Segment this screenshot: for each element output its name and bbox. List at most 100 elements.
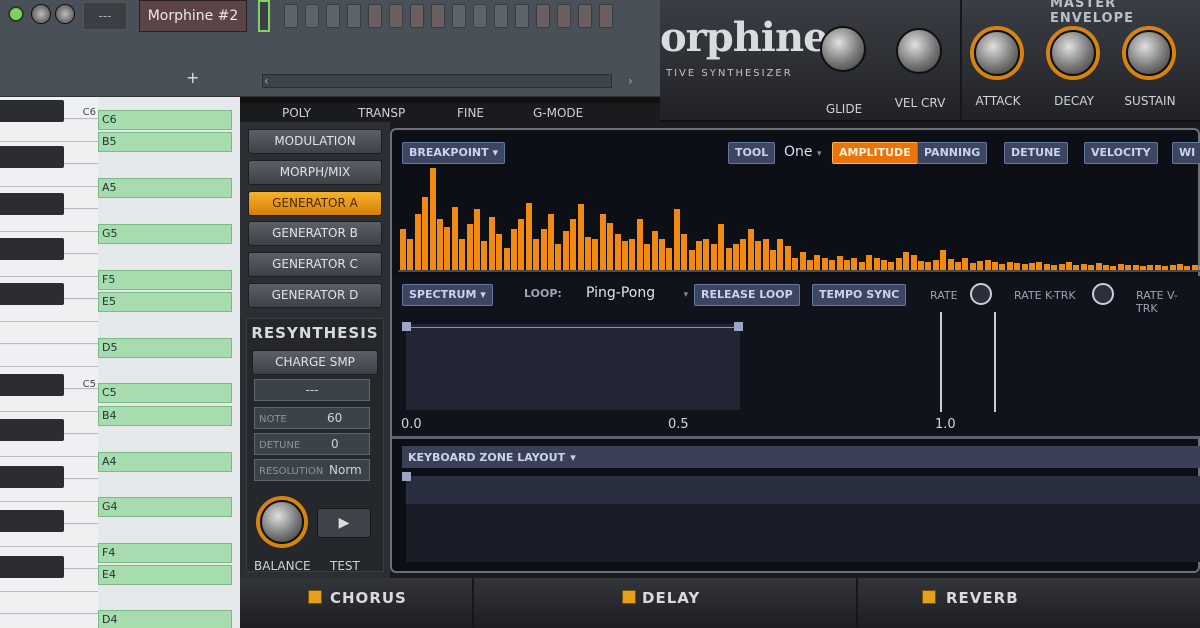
note-row[interactable]: B4 [98, 406, 232, 426]
amplitude-bar[interactable] [644, 244, 651, 270]
amplitude-bar[interactable] [777, 239, 784, 270]
amplitude-bar[interactable] [577, 204, 584, 270]
tool-select[interactable]: One ▾ [784, 144, 822, 160]
tab-more[interactable]: WI [1172, 142, 1200, 164]
note-row[interactable]: C5 [98, 383, 232, 403]
step-button[interactable] [599, 4, 613, 28]
amplitude-bar[interactable] [747, 229, 754, 270]
amplitude-bar[interactable] [570, 219, 577, 270]
amplitude-bar[interactable] [740, 239, 747, 270]
amplitude-bar[interactable] [1184, 266, 1191, 270]
amplitude-bar[interactable] [681, 234, 688, 270]
amplitude-bar[interactable] [666, 248, 673, 270]
pan-knob[interactable] [55, 4, 75, 24]
amplitude-bar[interactable] [1095, 263, 1102, 270]
amplitude-bar[interactable] [1006, 262, 1013, 270]
note-row[interactable]: D4 [98, 610, 232, 628]
generator-a-button[interactable]: GENERATOR A [248, 191, 382, 216]
amplitude-bar[interactable] [651, 231, 658, 270]
amplitude-bar[interactable] [703, 239, 710, 270]
amplitude-bar[interactable] [437, 219, 443, 270]
amplitude-bar[interactable] [955, 262, 961, 270]
note-row[interactable]: F4 [98, 543, 232, 563]
amplitude-bar[interactable] [607, 223, 614, 270]
amplitude-bar[interactable] [673, 209, 680, 270]
piano-key-black[interactable] [0, 374, 64, 396]
amplitude-bar[interactable] [770, 250, 776, 270]
track-select[interactable]: --- [83, 2, 127, 30]
amplitude-bar[interactable] [1147, 265, 1154, 270]
generator-b-button[interactable]: GENERATOR B [248, 221, 382, 246]
step-button[interactable] [368, 4, 382, 28]
attack-knob[interactable] [974, 30, 1020, 76]
amplitude-bar[interactable] [984, 260, 991, 270]
modulation-button[interactable]: MODULATION [248, 129, 382, 154]
amplitude-bar[interactable] [821, 258, 828, 270]
amplitude-bar[interactable] [451, 207, 458, 270]
note-row[interactable]: E5 [98, 292, 232, 312]
generator-d-button[interactable]: GENERATOR D [248, 283, 382, 308]
piano-key[interactable] [0, 614, 98, 628]
amplitude-bar[interactable] [799, 252, 806, 270]
reverb-toggle[interactable] [922, 590, 936, 604]
amplitude-bar[interactable] [592, 239, 599, 270]
amplitude-bar[interactable] [873, 258, 880, 270]
amplitude-bar[interactable] [1169, 265, 1176, 270]
amplitude-bar[interactable] [636, 219, 643, 270]
amplitude-bar[interactable] [903, 252, 910, 270]
amplitude-bar[interactable] [540, 229, 547, 270]
amplitude-bar[interactable] [400, 229, 406, 270]
note-row[interactable]: G4 [98, 497, 232, 517]
amplitude-bar[interactable] [784, 246, 791, 270]
step-button[interactable] [410, 4, 424, 28]
amplitude-bar[interactable] [762, 239, 769, 270]
note-row[interactable]: D5 [98, 338, 232, 358]
step-button[interactable] [347, 4, 361, 28]
zone-point[interactable] [402, 472, 411, 481]
vel-crv-knob[interactable] [896, 28, 942, 74]
amplitude-bar[interactable] [518, 219, 525, 270]
amplitude-bar[interactable] [910, 255, 917, 270]
envelope-graph[interactable] [406, 324, 740, 410]
amplitude-bar[interactable] [474, 209, 480, 270]
amplitude-bar[interactable] [488, 217, 495, 270]
amplitude-bar[interactable] [503, 248, 510, 270]
amplitude-bar[interactable] [1110, 266, 1117, 270]
amplitude-bar[interactable] [866, 255, 873, 270]
chevron-left-icon[interactable]: ‹ [264, 74, 269, 88]
generator-c-button[interactable]: GENERATOR C [248, 252, 382, 277]
sample-field[interactable]: --- [254, 379, 370, 401]
amplitude-bar[interactable] [969, 263, 976, 270]
amplitude-bar[interactable] [925, 262, 932, 270]
amplitude-bar[interactable] [1125, 265, 1132, 270]
amplitude-bar[interactable] [1073, 265, 1080, 270]
amplitude-bar[interactable] [614, 234, 621, 270]
amplitude-bar[interactable] [496, 234, 503, 270]
amplitude-bar[interactable] [858, 262, 865, 270]
morph-mix-button[interactable]: MORPH/MIX [248, 160, 382, 185]
piano-key-black[interactable] [0, 238, 64, 260]
amplitude-bar[interactable] [555, 244, 562, 270]
amplitude-bar[interactable] [407, 239, 414, 270]
step-button[interactable] [578, 4, 592, 28]
amplitude-bar[interactable] [1177, 264, 1183, 270]
amplitude-bar[interactable] [1021, 264, 1028, 270]
piano-key-black[interactable] [0, 193, 64, 215]
keyboard-zone-header[interactable]: KEYBOARD ZONE LAYOUT ▾ [402, 446, 1200, 468]
piano-key[interactable] [0, 322, 98, 344]
amplitude-bar[interactable] [851, 258, 858, 270]
amplitude-bar[interactable] [814, 255, 821, 270]
volume-knob[interactable] [31, 4, 51, 24]
amplitude-bar[interactable] [481, 241, 488, 270]
amplitude-bar[interactable] [888, 262, 895, 270]
amplitude-bar[interactable] [844, 260, 850, 270]
note-row[interactable]: E4 [98, 565, 232, 585]
note-row[interactable]: A4 [98, 452, 232, 472]
piano-key-black[interactable] [0, 419, 64, 441]
amplitude-bar[interactable] [710, 244, 717, 270]
piano-key-black[interactable] [0, 146, 64, 168]
decay-knob[interactable] [1050, 30, 1096, 76]
amplitude-bar[interactable] [1029, 263, 1035, 270]
amplitude-bar[interactable] [1014, 263, 1021, 270]
test-button[interactable]: ▶ [317, 508, 371, 538]
